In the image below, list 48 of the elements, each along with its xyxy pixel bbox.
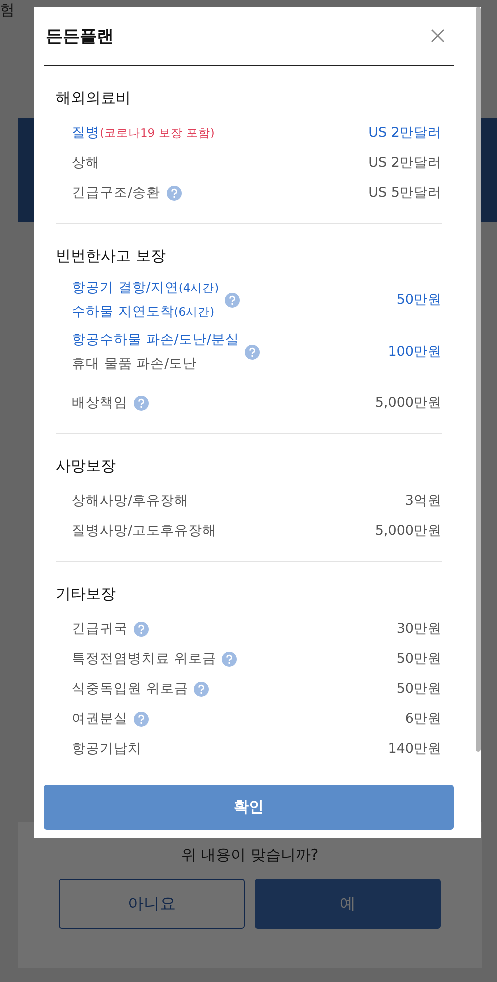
help-icon[interactable] (194, 682, 210, 696)
confirm-button[interactable]: 확인 (44, 785, 454, 830)
help-icon[interactable] (134, 622, 149, 636)
coverage-amount: 3억원 (405, 492, 442, 510)
coverage-amount: 5,000만원 (375, 394, 442, 412)
coverage-amount: 50만원 (396, 291, 442, 309)
close-icon[interactable] (431, 29, 445, 43)
coverage-amount: 5,000만원 (375, 522, 442, 540)
no-button[interactable]: 아니요 (59, 879, 245, 929)
coverage-label: 상해 (72, 154, 100, 173)
coverage-amount: 30만원 (396, 620, 442, 638)
coverage-label: 긴급귀국 (72, 620, 128, 639)
coverage-amount: US 2만달러 (368, 154, 442, 172)
help-icon[interactable] (134, 712, 149, 726)
coverage-label: 상해사망/후유장해 (72, 492, 189, 511)
scrollbar[interactable] (476, 7, 481, 752)
section-heading: 기타보장 (56, 584, 117, 604)
coverage-label: 식중독입원 위로금 (72, 680, 188, 699)
help-icon[interactable] (245, 344, 260, 360)
help-icon[interactable] (225, 292, 240, 308)
coverage-label: 긴급구조/송환 (72, 184, 161, 203)
coverage-amount: 100만원 (388, 343, 442, 361)
coverage-label: 질병사망/고도후유장해 (72, 522, 217, 541)
tab-label[interactable]: 험 (0, 1, 15, 19)
coverage-label: 항공수하물 파손/도난/분실 (72, 331, 240, 350)
help-icon[interactable] (222, 652, 238, 666)
section-heading: 해외의료비 (56, 88, 132, 108)
coverage-amount: 50만원 (396, 650, 442, 668)
coverage-amount: US 5만달러 (368, 184, 442, 202)
section-heading: 빈번한사고 보장 (56, 246, 167, 266)
question-text: 위 내용이 맞습니까? (181, 846, 319, 865)
coverage-amount: 6만원 (405, 710, 442, 728)
coverage-label: 수하물 지연도착(6시간) (72, 303, 216, 322)
coverage-amount: 50만원 (396, 680, 442, 698)
coverage-label: 특정전염병치료 위로금 (72, 650, 216, 669)
coverage-label: 배상책임 (72, 394, 128, 413)
help-icon[interactable] (166, 186, 182, 200)
coverage-label: 여권분실 (72, 710, 128, 729)
coverage-label: 항공기 결항/지연(4시간) (72, 279, 220, 298)
yes-button[interactable]: 예 (255, 879, 441, 929)
coverage-amount: US 2만달러 (368, 124, 442, 142)
modal-title: 든든플랜 (46, 26, 114, 48)
coverage-label: 휴대 물품 파손/도난 (72, 355, 198, 374)
coverage-label: 질병(코로나19 보장 포함) (72, 124, 215, 143)
coverage-label: 항공기납치 (72, 740, 142, 759)
coverage-amount: 140만원 (388, 740, 442, 758)
help-icon[interactable] (134, 396, 149, 410)
section-heading: 사망보장 (56, 456, 117, 476)
